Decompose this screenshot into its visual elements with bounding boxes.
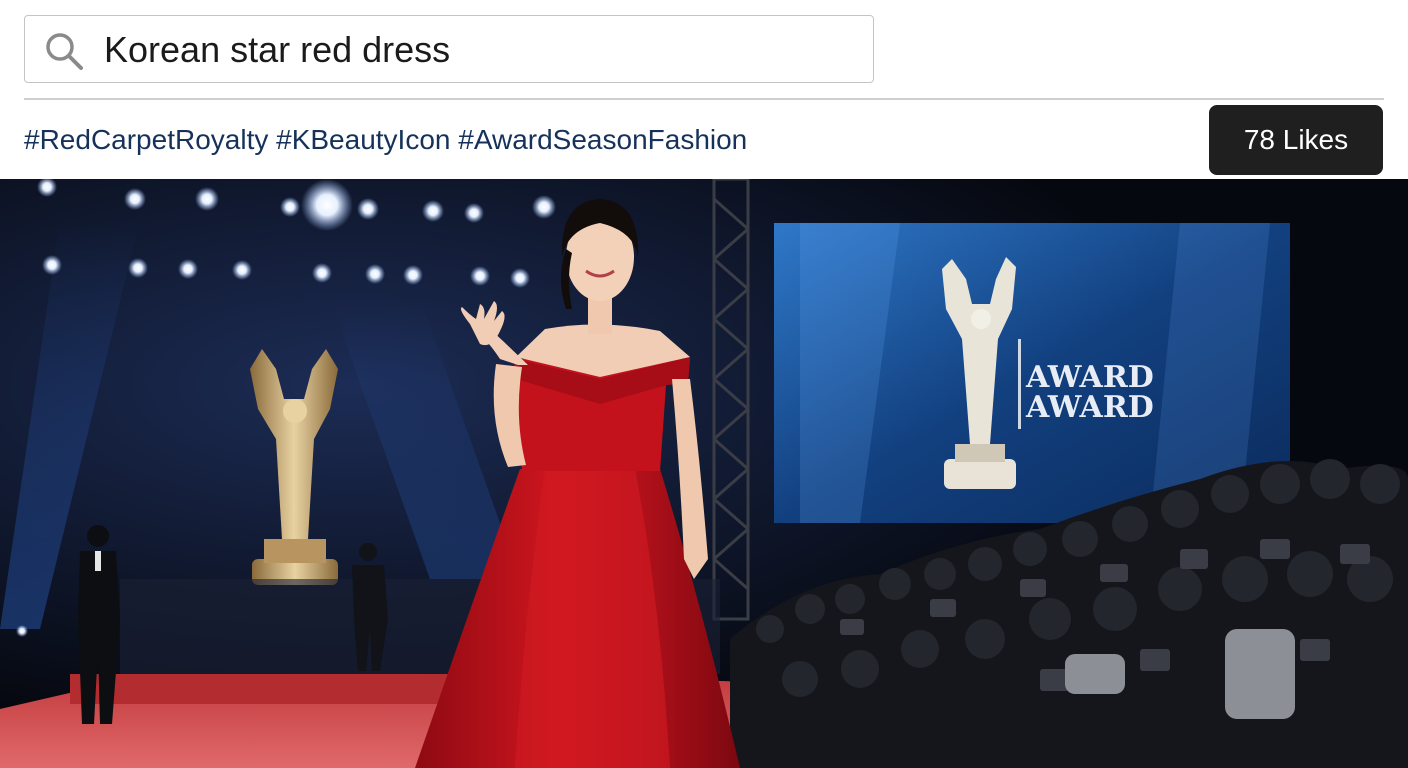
search-query-text: Korean star red dress: [104, 29, 451, 70]
search-input[interactable]: Korean star red dress: [24, 15, 874, 83]
search-icon: [46, 33, 83, 70]
likes-button[interactable]: 78 Likes: [1209, 105, 1383, 175]
divider: [24, 98, 1384, 100]
post-image: AWARD AWARD: [0, 179, 1408, 768]
post-page: Korean star red dress #RedCarpetRoyalty …: [0, 0, 1408, 768]
red-carpet-photo: AWARD AWARD: [0, 179, 1408, 768]
screen-award-text-2: AWARD: [1025, 390, 1154, 425]
hashtags-text[interactable]: #RedCarpetRoyalty #KBeautyIcon #AwardSea…: [24, 123, 747, 157]
